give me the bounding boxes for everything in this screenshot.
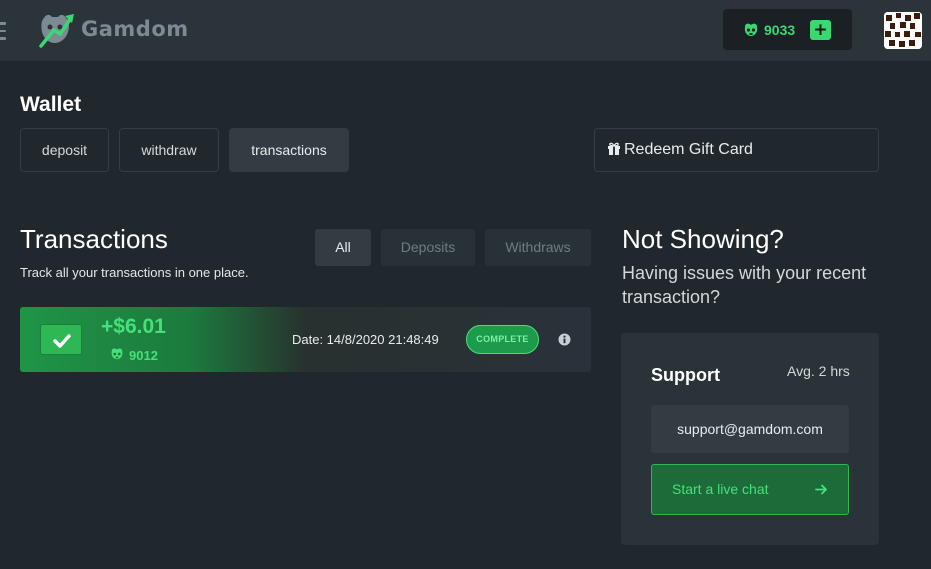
transaction-date: Date: 14/8/2020 21:48:49: [292, 332, 439, 347]
not-showing-title: Not Showing?: [622, 224, 784, 254]
redeem-gift-card-button[interactable]: Redeem Gift Card: [594, 128, 879, 172]
transaction-coins: 9012: [110, 348, 158, 363]
arrow-right-icon: [815, 484, 827, 495]
wallet-title: Wallet: [20, 93, 82, 116]
menu-icon[interactable]: [0, 22, 6, 40]
support-email[interactable]: support@gamdom.com: [651, 405, 849, 453]
support-response-time: Avg. 2 hrs: [787, 363, 850, 379]
support-title: Support: [651, 365, 720, 385]
filter-withdraws[interactable]: Withdraws: [485, 229, 591, 266]
transactions-subtitle: Track all your transactions in one place…: [20, 265, 249, 280]
avatar[interactable]: [884, 12, 922, 49]
filter-deposits[interactable]: Deposits: [381, 229, 475, 266]
transaction-row: +$6.01 9012 Date: 14/8/2020 21:48:49 COM…: [20, 307, 591, 372]
status-badge: COMPLETE: [466, 325, 539, 354]
filter-all[interactable]: All: [315, 229, 371, 266]
top-bar: Gamdom 9033 +: [0, 0, 931, 61]
balance-amount: 9033: [764, 22, 796, 38]
gift-icon: [608, 142, 620, 155]
coin-icon: [744, 23, 758, 36]
redeem-label: Redeem Gift Card: [624, 141, 753, 158]
tab-withdraw[interactable]: withdraw: [119, 128, 219, 172]
balance-box[interactable]: 9033 +: [723, 9, 852, 50]
coin-icon: [111, 348, 123, 360]
transaction-amount: +$6.01: [101, 315, 166, 338]
support-card: Support Avg. 2 hrs support@gamdom.com St…: [621, 333, 879, 545]
tab-deposit[interactable]: deposit: [20, 128, 109, 172]
tab-transactions[interactable]: transactions: [229, 128, 349, 172]
avatar-pattern-icon: [884, 12, 922, 49]
info-icon[interactable]: [558, 333, 571, 346]
live-chat-button[interactable]: Start a live chat: [651, 464, 849, 515]
check-icon: [40, 324, 82, 355]
brand-name[interactable]: Gamdom: [81, 17, 189, 41]
transaction-coins-value: 9012: [129, 348, 158, 363]
add-funds-button[interactable]: +: [810, 20, 831, 40]
not-showing-subtitle: Having issues with your recent transacti…: [622, 263, 867, 307]
transactions-title: Transactions: [20, 224, 168, 254]
gamdom-logo-icon[interactable]: [38, 12, 78, 48]
live-chat-label: Start a live chat: [672, 481, 769, 497]
